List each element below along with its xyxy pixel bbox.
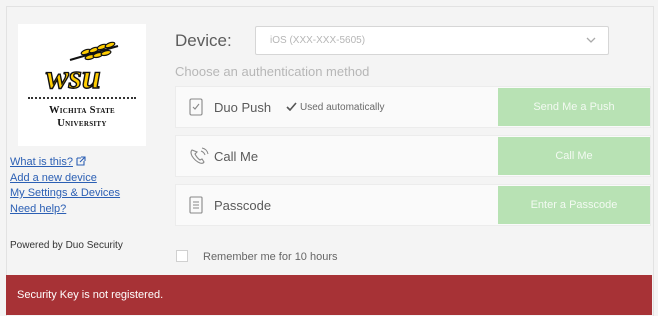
passcode-icon — [189, 196, 203, 214]
choose-method-heading: Choose an authentication method — [175, 64, 370, 79]
sidebar-links: What is this? Add a new device My Settin… — [10, 155, 120, 217]
my-settings-devices-link[interactable]: My Settings & Devices — [10, 186, 120, 202]
wsu-logo: wsu Wichita State University — [18, 24, 146, 146]
remember-me[interactable]: Remember me for 10 hours — [176, 250, 338, 263]
logo-divider — [28, 97, 136, 99]
send-push-button[interactable]: Send Me a Push — [498, 88, 650, 126]
call-me-button[interactable]: Call Me — [498, 137, 650, 175]
method-row-duo-push: Duo Push Used automatically Send Me a Pu… — [175, 86, 651, 128]
chevron-down-icon — [586, 37, 596, 43]
device-select[interactable]: iOS (XXX-XXX-5605) — [255, 26, 609, 55]
device-label: Device: — [175, 31, 232, 50]
powered-by-text: Powered by Duo Security — [10, 240, 123, 251]
add-new-device-link[interactable]: Add a new device — [10, 171, 120, 187]
method-label: Call Me — [214, 149, 259, 164]
wsu-shocker-logo-icon: wsu — [45, 41, 119, 92]
error-message: Security Key is not registered. — [17, 289, 164, 301]
used-automatically-note: Used automatically — [286, 102, 384, 113]
error-banner: Security Key is not registered. — [6, 275, 652, 315]
check-icon — [286, 102, 297, 111]
enter-passcode-button[interactable]: Enter a Passcode — [498, 186, 650, 224]
university-name: Wichita State University — [48, 105, 116, 129]
phone-push-icon — [189, 98, 203, 116]
what-is-this-link[interactable]: What is this? — [10, 155, 120, 171]
svg-text:wsu: wsu — [46, 59, 101, 92]
method-row-call-me: Call Me Call Me — [175, 135, 651, 177]
remember-me-checkbox[interactable] — [176, 250, 188, 262]
remember-me-label: Remember me for 10 hours — [203, 251, 338, 263]
external-link-icon — [76, 156, 86, 166]
method-label: Passcode — [214, 198, 272, 213]
device-selected-value: iOS (XXX-XXX-5605) — [270, 35, 366, 46]
method-label: Duo Push — [214, 100, 272, 115]
method-row-passcode: Passcode Enter a Passcode — [175, 184, 651, 226]
need-help-link[interactable]: Need help? — [10, 202, 120, 218]
phone-call-icon — [190, 147, 209, 164]
